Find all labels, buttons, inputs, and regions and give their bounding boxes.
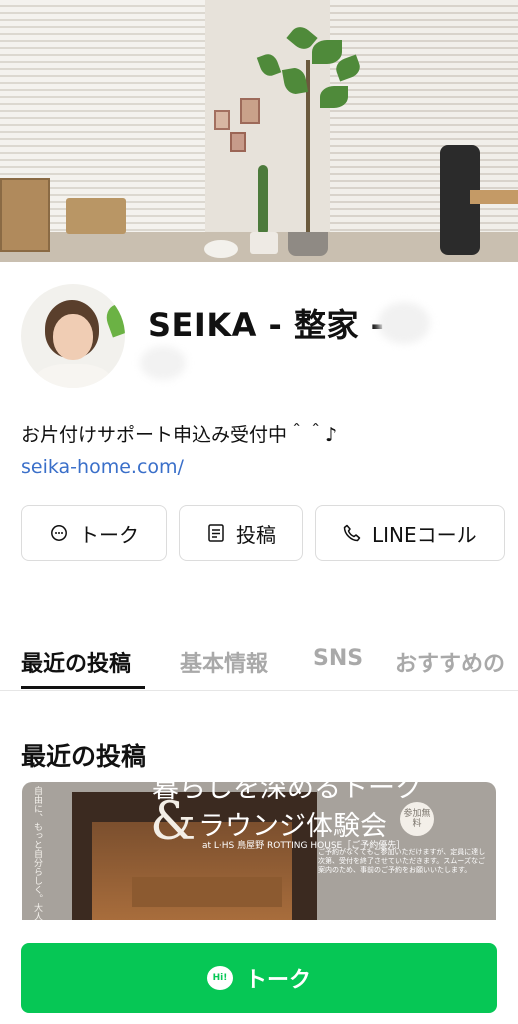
active-tab-indicator [21, 686, 145, 689]
plant-leaf [312, 40, 342, 64]
wall-frame [214, 110, 230, 130]
tab-recent-posts[interactable]: 最近の投稿 [21, 646, 131, 678]
blur-decoration [378, 302, 430, 344]
window-blinds-right [330, 0, 518, 262]
tab-basic-info[interactable]: 基本情報 [180, 646, 268, 678]
profile-name: SEIKA - 整家 - [148, 306, 385, 344]
plant-leaf [320, 86, 348, 108]
status-message: お片付けサポート申込み受付中＾＾♪ [21, 424, 338, 446]
avatar-leaf [102, 300, 125, 338]
shelf [0, 178, 50, 252]
post-free-badge: 参加無料 [400, 802, 434, 836]
tab-bar: 最近の投稿 基本情報 SNS おすすめの [0, 636, 518, 691]
post-small-text: ご予約がなくてもご参加いただけますが、定員に達し次第、受付を終了させていただきま… [318, 848, 486, 874]
post-button[interactable]: 投稿 [179, 505, 303, 561]
talk-cta-label: トーク [244, 968, 311, 993]
talk-button-label: トーク [79, 522, 139, 547]
cactus-pot [250, 232, 278, 254]
post-card[interactable]: 暮らしを深めるトーク 自由に、もっと自分らしく。大人のための、小さなトークイベン… [22, 782, 496, 920]
talk-button[interactable]: トーク [21, 505, 167, 561]
wall-frame [240, 98, 260, 124]
section-title: 最近の投稿 [21, 742, 147, 771]
cactus [258, 165, 268, 235]
basket [66, 198, 126, 234]
website-link[interactable]: seika-home.com/ [21, 456, 184, 478]
post-vertical-text: 自由に、もっと自分らしく。大人のための、小さなトークイベント。 [30, 786, 44, 920]
desk [470, 190, 518, 204]
avatar-body [35, 364, 111, 388]
avatar-face [53, 314, 93, 360]
talk-cta-button[interactable]: Hi! トーク [21, 943, 497, 1013]
line-call-label: LINEコール [372, 522, 477, 547]
wall-frame [230, 132, 246, 152]
post-button-label: 投稿 [236, 522, 276, 547]
cover-photo[interactable] [0, 0, 518, 262]
stool [204, 240, 238, 258]
tab-sns[interactable]: SNS [313, 646, 363, 671]
phone-icon [342, 523, 362, 543]
post-ampersand: & [150, 792, 197, 852]
chat-bubble-icon [49, 523, 69, 543]
avatar[interactable] [21, 284, 125, 388]
tab-recommended[interactable]: おすすめの [395, 646, 505, 678]
post-image-table [132, 877, 282, 907]
line-call-button[interactable]: LINEコール [315, 505, 505, 561]
plant-pot [288, 232, 328, 256]
post-icon [206, 523, 226, 543]
blur-decoration [140, 346, 186, 380]
line-chat-icon: Hi! [206, 966, 233, 990]
